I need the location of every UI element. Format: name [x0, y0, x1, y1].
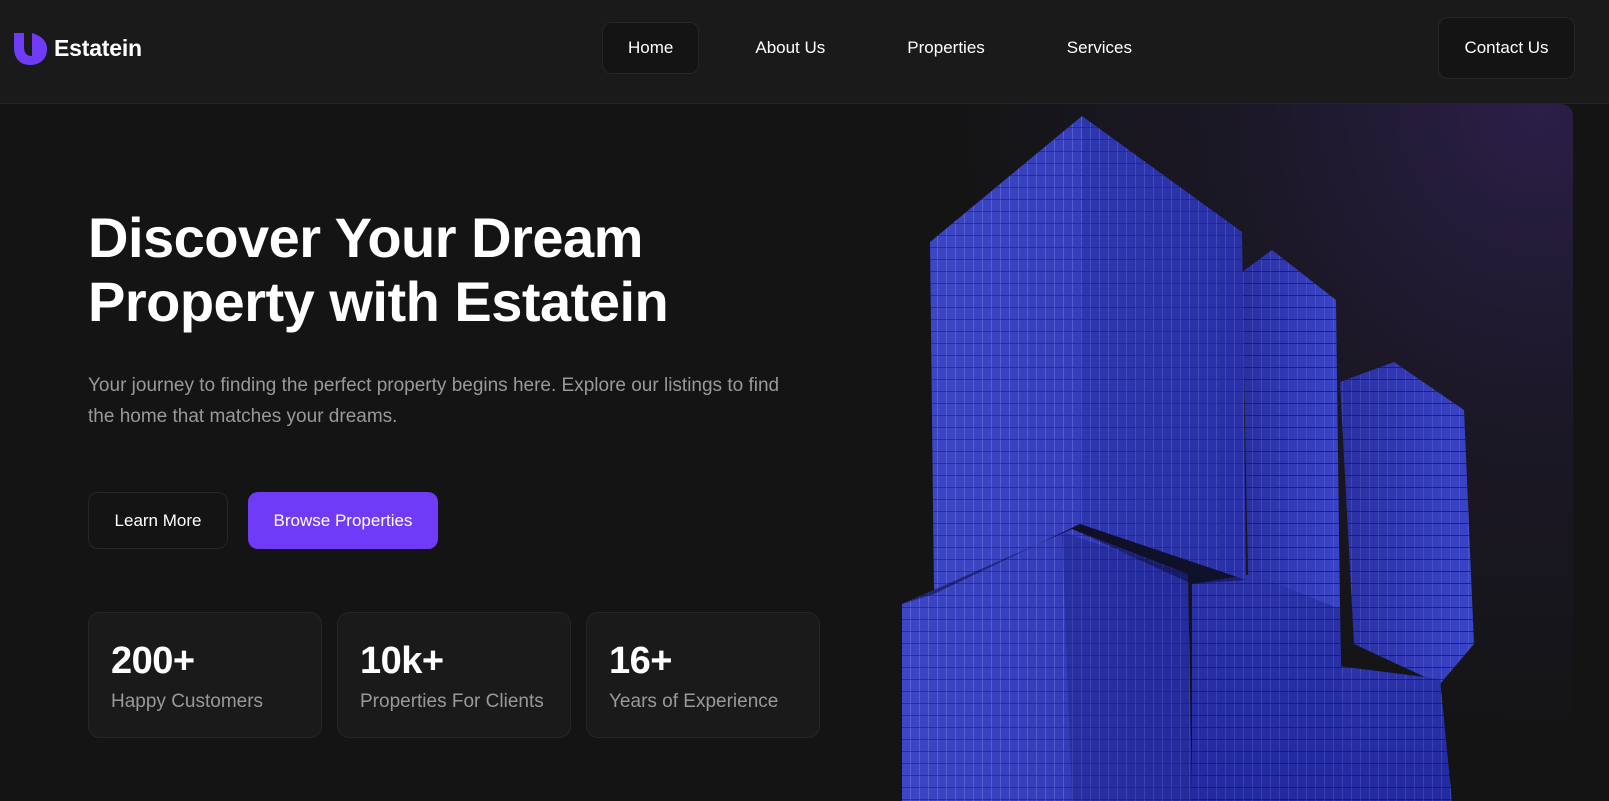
stat-label: Years of Experience	[609, 691, 779, 712]
hero-description-line-2: the home that matches your dreams.	[88, 406, 398, 427]
stat-card-properties-for-clients: 10k+ Properties For Clients	[337, 612, 571, 738]
nav-item-properties[interactable]: Properties	[881, 22, 1010, 74]
hero-title-line-1: Discover Your Dream	[88, 206, 643, 269]
browse-properties-button[interactable]: Browse Properties	[248, 492, 438, 549]
nav-item-home[interactable]: Home	[602, 22, 700, 74]
learn-more-button[interactable]: Learn More	[88, 492, 228, 549]
building-illustration	[902, 116, 1474, 801]
stat-label: Happy Customers	[111, 691, 264, 712]
stat-card-happy-customers: 200+ Happy Customers	[88, 612, 322, 738]
stat-value: 16+	[609, 640, 672, 682]
brand-name: Estatein	[54, 34, 142, 61]
main-nav: Home About Us Properties Services	[602, 22, 1158, 74]
hero-description-line-1: Your journey to finding the perfect prop…	[88, 375, 780, 396]
site-header: Estatein Home About Us Properties Servic…	[0, 0, 1609, 104]
hero-description: Your journey to finding the perfect prop…	[88, 370, 828, 432]
logo[interactable]: Estatein	[12, 30, 142, 66]
stat-value: 10k+	[360, 640, 444, 682]
stat-label: Properties For Clients	[360, 691, 544, 712]
estatein-logo-icon	[14, 33, 48, 65]
hero-title: Discover Your Dream Property with Estate…	[88, 206, 808, 334]
stat-card-years-of-experience: 16+ Years of Experience	[586, 612, 820, 738]
nav-item-services[interactable]: Services	[1041, 22, 1158, 74]
nav-item-about-us[interactable]: About Us	[729, 22, 851, 74]
stat-value: 200+	[111, 640, 195, 682]
hero-building-image	[892, 104, 1573, 801]
hero-title-line-2: Property with Estatein	[88, 270, 669, 333]
contact-us-button[interactable]: Contact Us	[1438, 17, 1575, 79]
